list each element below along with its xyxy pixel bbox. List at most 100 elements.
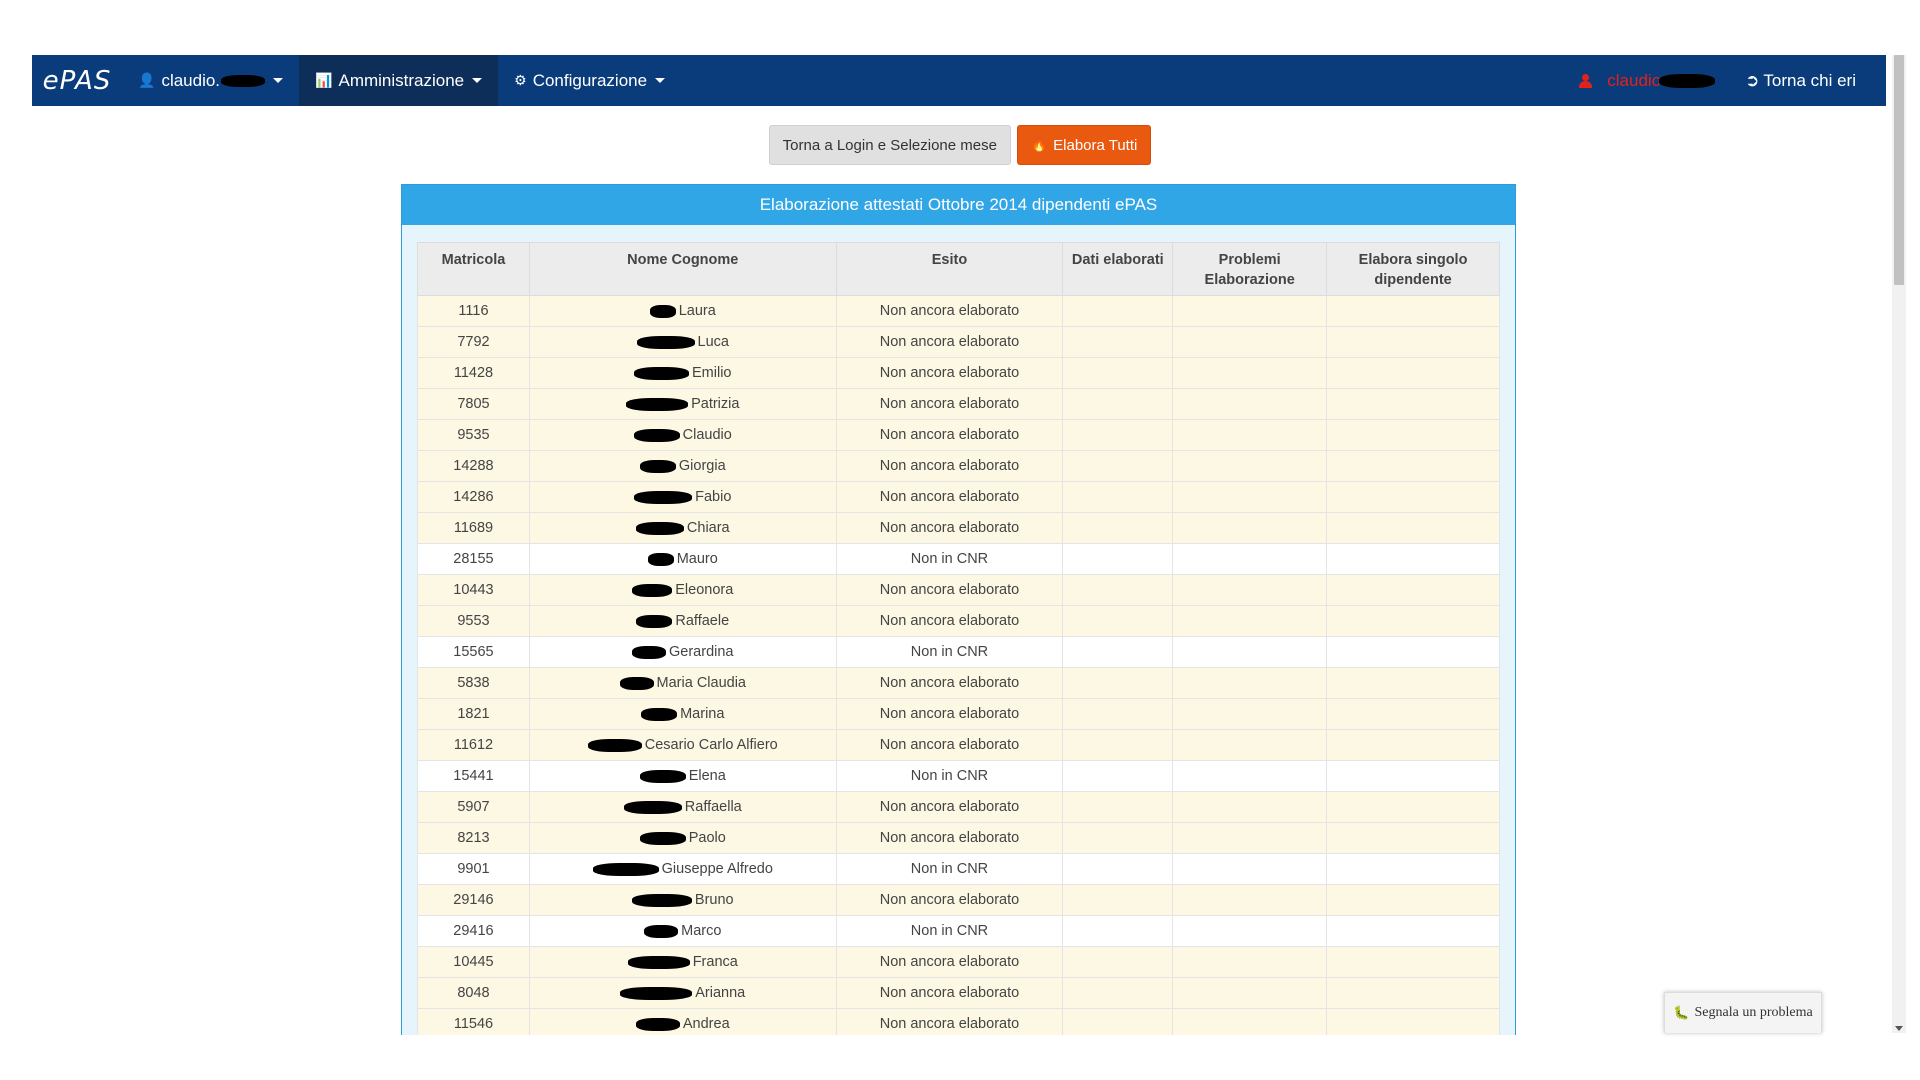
nome-wrap: Elena: [534, 761, 832, 791]
nome-wrap: Franca: [534, 947, 832, 977]
cell-dati: [1062, 543, 1174, 575]
scrollbar-thumb[interactable]: [1894, 55, 1904, 285]
first-name: Chiara: [686, 520, 730, 536]
redacted-surname: [633, 428, 680, 442]
cell-elabora: [1326, 450, 1500, 482]
table-row: 29416 Marco Non in CNR: [417, 915, 1500, 947]
nome-wrap: Maria Claudia: [534, 668, 832, 698]
user-menu[interactable]: 👤 claudio.: [122, 55, 299, 106]
first-name: Mauro: [676, 551, 718, 567]
table-header-row: Matricola Nome Cognome Esito Dati elabor…: [417, 242, 1500, 296]
cell-dati: [1062, 977, 1174, 1009]
header-esito: Esito: [835, 242, 1064, 296]
cell-elabora: [1326, 698, 1500, 730]
redacted-surname: [631, 893, 692, 907]
cell-elabora: [1326, 977, 1500, 1009]
cell-esito: Non ancora elaborato: [835, 605, 1064, 637]
first-name: Raffaella: [684, 799, 742, 815]
cell-elabora: [1326, 791, 1500, 823]
cell-dati: [1062, 1008, 1174, 1035]
cell-problemi: [1172, 419, 1328, 451]
redacted-surname: [649, 304, 676, 318]
cell-esito: Non ancora elaborato: [835, 946, 1064, 978]
cell-nome: Cesario Carlo Alfiero: [528, 729, 837, 761]
cell-nome: Marco: [528, 915, 837, 947]
cell-matricola: 9901: [417, 853, 530, 885]
nome-wrap: Fabio: [534, 482, 832, 512]
report-problem-button[interactable]: 🐛 Segnala un problema: [1664, 992, 1822, 1033]
cell-nome: Giuseppe Alfredo: [528, 853, 837, 885]
cell-problemi: [1172, 481, 1328, 513]
logout-icon: ➲: [1745, 70, 1760, 90]
cell-esito: Non ancora elaborato: [835, 295, 1064, 327]
person-icon: [1579, 73, 1593, 88]
cell-matricola: 1821: [417, 698, 530, 730]
cell-nome: Andrea: [528, 1008, 837, 1035]
cell-problemi: [1172, 357, 1328, 389]
cell-dati: [1062, 946, 1174, 978]
brand-logo[interactable]: ePAS: [32, 55, 122, 106]
table-row: 9553 Raffaele Non ancora elaborato: [417, 605, 1500, 637]
admin-menu[interactable]: 📊 Amministrazione: [299, 55, 499, 106]
cell-esito: Non in CNR: [835, 760, 1064, 792]
table-row: 8048 Arianna Non ancora elaborato: [417, 977, 1500, 1009]
cell-dati: [1062, 915, 1174, 947]
cell-esito: Non ancora elaborato: [835, 977, 1064, 1009]
nome-wrap: Gerardina: [534, 637, 832, 667]
cell-problemi: [1172, 698, 1328, 730]
bug-icon: 🐛: [1673, 1005, 1690, 1020]
cell-matricola: 15441: [417, 760, 530, 792]
redacted-surname: [639, 831, 686, 845]
table-row: 10445 Franca Non ancora elaborato: [417, 946, 1500, 978]
first-name: Giuseppe Alfredo: [661, 861, 773, 877]
config-menu[interactable]: ⚙ Configurazione: [498, 55, 681, 106]
back-to-login-button[interactable]: Torna a Login e Selezione mese: [768, 125, 1011, 165]
cell-matricola: 7792: [417, 326, 530, 358]
table-row: 11428 Emilio Non ancora elaborato: [417, 357, 1500, 389]
cell-nome: Arianna: [528, 977, 837, 1009]
cell-problemi: [1172, 915, 1328, 947]
redacted-surname: [619, 676, 654, 690]
nome-wrap: Raffaella: [534, 792, 832, 822]
cell-esito: Non in CNR: [835, 636, 1064, 668]
cell-nome: Paolo: [528, 822, 837, 854]
cell-problemi: [1172, 295, 1328, 327]
cell-esito: Non in CNR: [835, 543, 1064, 575]
cell-dati: [1062, 419, 1174, 451]
scroll-down-icon[interactable]: [1895, 1026, 1903, 1031]
cell-dati: [1062, 760, 1174, 792]
page-scrollbar[interactable]: [1892, 55, 1906, 1033]
cell-nome: Raffaella: [528, 791, 837, 823]
cell-elabora: [1326, 822, 1500, 854]
first-name: Paolo: [688, 830, 726, 846]
cell-matricola: 11689: [417, 512, 530, 544]
first-name: Marina: [680, 706, 725, 722]
redacted-surname: [636, 335, 695, 349]
cell-matricola: 11546: [417, 1008, 530, 1035]
cell-elabora: [1326, 357, 1500, 389]
redacted-surname: [620, 986, 693, 1000]
current-user[interactable]: claudio: [1559, 71, 1735, 91]
cell-esito: Non ancora elaborato: [835, 388, 1064, 420]
cell-matricola: 5838: [417, 667, 530, 699]
redacted-surname: [641, 707, 678, 721]
cell-matricola: 10445: [417, 946, 530, 978]
cell-elabora: [1326, 419, 1500, 451]
cell-dati: [1062, 481, 1174, 513]
table-row: 5838 Maria Claudia Non ancora elaborato: [417, 667, 1500, 699]
process-all-button[interactable]: 🔥 Elabora Tutti: [1016, 125, 1152, 165]
report-problem-label: Segnala un problema: [1694, 1005, 1813, 1020]
cell-elabora: [1326, 667, 1500, 699]
cell-esito: Non ancora elaborato: [835, 667, 1064, 699]
logout-link[interactable]: ➲ Torna chi eri: [1735, 71, 1886, 91]
cell-elabora: [1326, 1008, 1500, 1035]
cell-elabora: [1326, 326, 1500, 358]
first-name: Laura: [678, 303, 716, 319]
header-elabora: Elabora singolo dipendente: [1326, 242, 1500, 296]
cell-dati: [1062, 512, 1174, 544]
cell-esito: Non ancora elaborato: [835, 574, 1064, 606]
table-row: 14288 Giorgia Non ancora elaborato: [417, 450, 1500, 482]
cell-nome: Mauro: [528, 543, 837, 575]
cell-esito: Non ancora elaborato: [835, 450, 1064, 482]
cell-nome: Laura: [528, 295, 837, 327]
